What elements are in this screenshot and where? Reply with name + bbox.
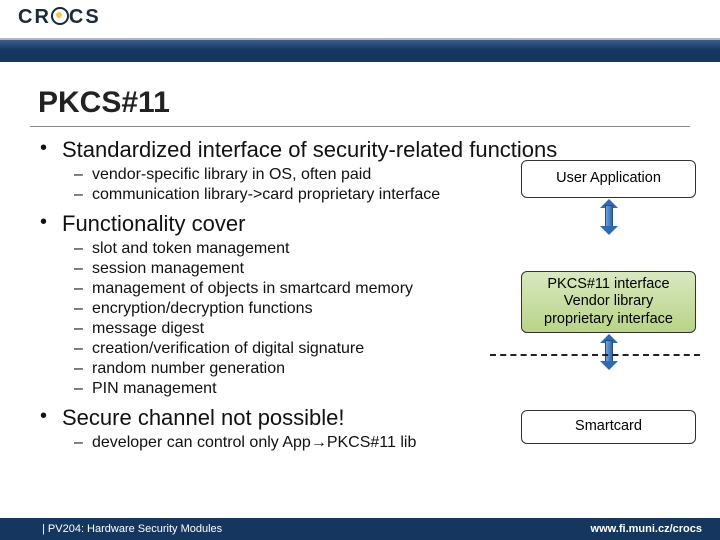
box-label: Smartcard — [575, 418, 642, 435]
header-blue-bar — [0, 38, 720, 62]
diagram-box-user-app: User Application — [521, 160, 696, 198]
double-arrow-icon — [600, 201, 618, 233]
diagram-box-pkcs11: PKCS#11 interface Vendor library proprie… — [521, 271, 696, 333]
slide-content: PKCS#11 Standardized interface of securi… — [0, 74, 720, 518]
diagram-column: User Application PKCS#11 interface Vendo… — [521, 160, 696, 444]
crocs-logo: CR CS — [18, 6, 101, 29]
logo-text-pre: CR — [18, 6, 51, 28]
box-line: proprietary interface — [528, 311, 689, 328]
title-divider — [30, 126, 690, 127]
footer-left-text: | PV204: Hardware Security Modules — [0, 523, 222, 535]
bullet-text: Functionality cover — [62, 211, 245, 236]
box-line: Vendor library — [528, 293, 689, 310]
bullet-text: Secure channel not possible! — [62, 405, 345, 430]
double-arrow-icon — [600, 336, 618, 368]
slide-title: PKCS#11 — [38, 86, 690, 120]
logo-text-post: CS — [69, 6, 101, 28]
dashed-separator-icon — [490, 354, 700, 356]
box-line: PKCS#11 interface — [528, 276, 689, 293]
box-label: User Application — [556, 170, 661, 187]
header-band: CR CS — [0, 0, 720, 38]
footer-right-url: www.fi.muni.cz/crocs — [591, 523, 720, 535]
diagram-box-smartcard: Smartcard — [521, 410, 696, 444]
footer-bar: | PV204: Hardware Security Modules www.f… — [0, 518, 720, 540]
bullet-text: Standardized interface of security-relat… — [62, 137, 557, 162]
logo-o-icon — [51, 7, 69, 25]
